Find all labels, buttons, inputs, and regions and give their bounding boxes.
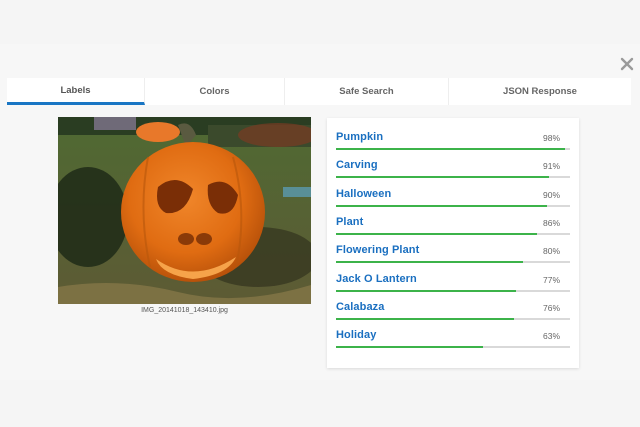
label-score: 76% (542, 303, 560, 313)
image-filename: IMG_20141018_143410.jpg (141, 307, 228, 314)
score-bar (336, 346, 570, 348)
label-name: Halloween (336, 188, 392, 200)
score-bar (336, 176, 570, 178)
list-item: Calabaza 76% (336, 301, 570, 321)
label-name: Plant (336, 216, 364, 228)
label-score: 90% (542, 190, 560, 200)
label-name: Holiday (336, 329, 377, 341)
score-bar-fill (336, 205, 547, 207)
score-bar-fill (336, 290, 517, 292)
label-score: 91% (542, 161, 560, 171)
score-bar (336, 318, 570, 320)
score-bar-fill (336, 233, 538, 235)
list-item: Carving 91% (336, 159, 570, 179)
list-item: Flowering Plant 80% (336, 244, 570, 264)
list-item: Pumpkin 98% (336, 131, 570, 151)
tab-bar: Labels Colors Safe Search JSON Response (7, 78, 631, 105)
score-bar-fill (336, 261, 524, 263)
score-bar (336, 261, 570, 263)
tab-json-response[interactable]: JSON Response (449, 78, 631, 105)
analyzed-photo (58, 117, 311, 304)
label-name: Calabaza (336, 301, 385, 313)
score-bar (336, 233, 570, 235)
score-bar-fill (336, 318, 514, 320)
close-icon[interactable] (617, 54, 637, 74)
score-bar-fill (336, 346, 484, 348)
score-bar-fill (336, 176, 549, 178)
label-score: 63% (542, 331, 560, 341)
pumpkin-photo (58, 117, 311, 304)
list-item: Jack O Lantern 77% (336, 273, 570, 293)
tab-labels[interactable]: Labels (7, 78, 145, 105)
score-bar-fill (336, 148, 566, 150)
list-item: Halloween 90% (336, 188, 570, 208)
label-name: Flowering Plant (336, 244, 420, 256)
labels-card: Pumpkin 98% Carving 91% Halloween 90% Pl… (327, 118, 579, 368)
score-bar (336, 290, 570, 292)
label-score: 86% (542, 218, 560, 228)
label-score: 77% (542, 275, 560, 285)
label-name: Jack O Lantern (336, 273, 417, 285)
label-score: 80% (542, 246, 560, 256)
label-name: Carving (336, 159, 378, 171)
score-bar (336, 205, 570, 207)
label-name: Pumpkin (336, 131, 384, 143)
score-bar (336, 148, 570, 150)
tab-colors[interactable]: Colors (145, 78, 285, 105)
label-score: 98% (542, 133, 560, 143)
tab-safe-search[interactable]: Safe Search (285, 78, 449, 105)
list-item: Holiday 63% (336, 329, 570, 349)
list-item: Plant 86% (336, 216, 570, 236)
